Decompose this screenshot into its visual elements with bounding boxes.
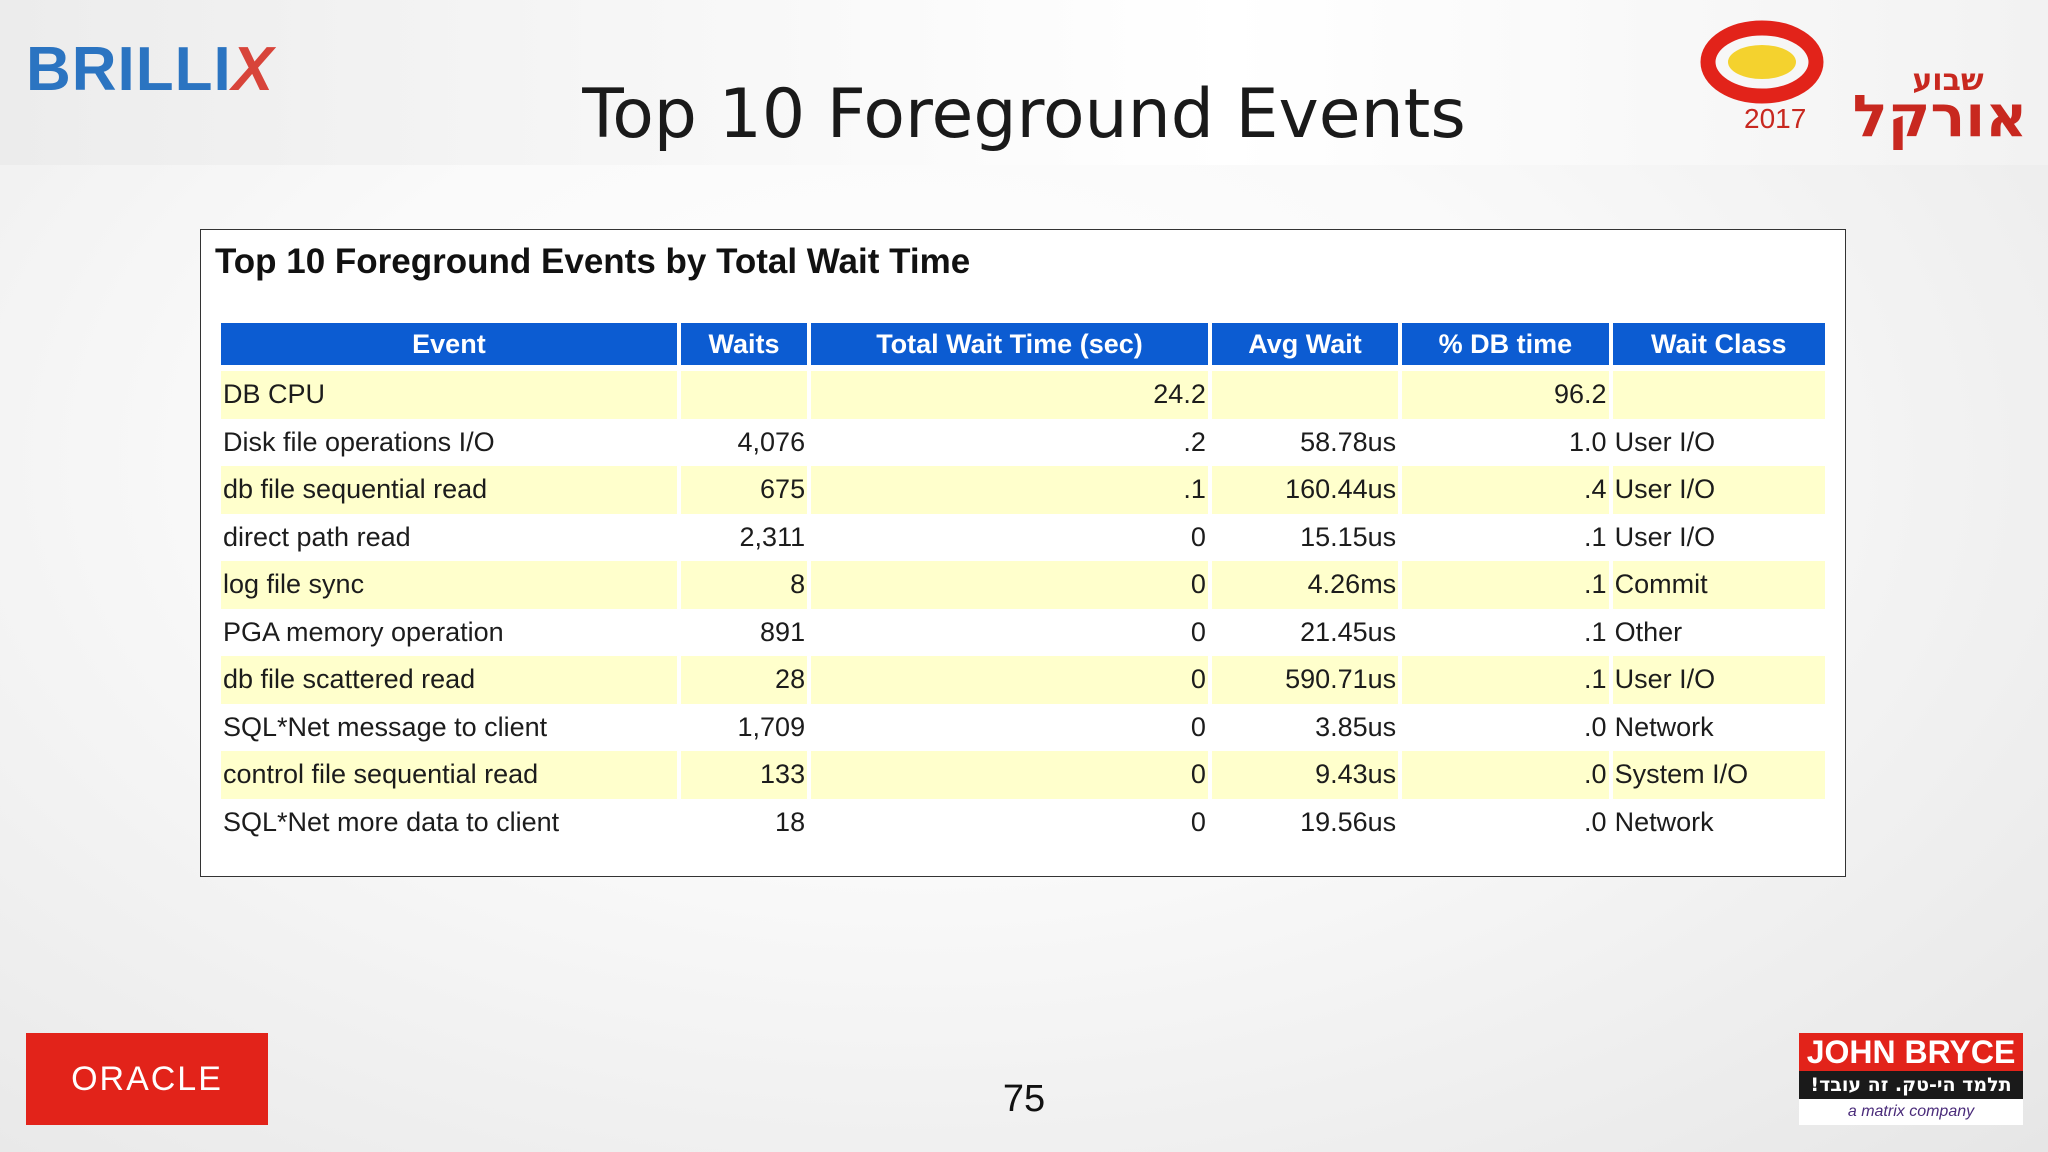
cell-wait-class: User I/O bbox=[1612, 418, 1825, 466]
cell-avg-wait: 19.56us bbox=[1211, 798, 1399, 846]
oracle-week-year: 2017 bbox=[1744, 103, 1806, 134]
cell-waits: 2,311 bbox=[680, 513, 808, 561]
cell-db-time-pct: 1.0 bbox=[1402, 418, 1609, 466]
cell-avg-wait: 15.15us bbox=[1211, 513, 1399, 561]
cell-waits: 28 bbox=[680, 656, 808, 704]
column-header-total-wait-time: Total Wait Time (sec) bbox=[811, 323, 1208, 371]
cell-total-wait-time: 0 bbox=[811, 798, 1208, 846]
cell-db-time-pct: .1 bbox=[1402, 656, 1609, 704]
cell-event: control file sequential read bbox=[221, 751, 677, 799]
cell-avg-wait: 4.26ms bbox=[1211, 561, 1399, 609]
cell-db-time-pct: .0 bbox=[1402, 798, 1609, 846]
cell-db-time-pct: .1 bbox=[1402, 513, 1609, 561]
cell-event: db file scattered read bbox=[221, 656, 677, 704]
column-header-db-time-pct: % DB time bbox=[1402, 323, 1609, 371]
table-row: direct path read 2,311 0 15.15us .1 User… bbox=[221, 513, 1825, 561]
cell-total-wait-time: 0 bbox=[811, 608, 1208, 656]
cell-db-time-pct: .0 bbox=[1402, 703, 1609, 751]
cell-avg-wait: 3.85us bbox=[1211, 703, 1399, 751]
column-header-event: Event bbox=[221, 323, 677, 371]
cell-waits: 8 bbox=[680, 561, 808, 609]
cell-waits: 133 bbox=[680, 751, 808, 799]
oracle-week-logo: 2017 שבוע אורקל bbox=[1700, 20, 2028, 150]
cell-event: PGA memory operation bbox=[221, 608, 677, 656]
table-row: PGA memory operation 891 0 21.45us .1 Ot… bbox=[221, 608, 1825, 656]
cell-event: SQL*Net message to client bbox=[221, 703, 677, 751]
cell-event: Disk file operations I/O bbox=[221, 418, 677, 466]
cell-waits: 675 bbox=[680, 466, 808, 514]
cell-db-time-pct: .0 bbox=[1402, 751, 1609, 799]
cell-event: direct path read bbox=[221, 513, 677, 561]
cell-event: log file sync bbox=[221, 561, 677, 609]
cell-wait-class bbox=[1612, 371, 1825, 419]
cell-avg-wait bbox=[1211, 371, 1399, 419]
cell-db-time-pct: .1 bbox=[1402, 561, 1609, 609]
cell-total-wait-time: 0 bbox=[811, 703, 1208, 751]
cell-wait-class: User I/O bbox=[1612, 466, 1825, 514]
table-row: db file sequential read 675 .1 160.44us … bbox=[221, 466, 1825, 514]
table-row: SQL*Net message to client 1,709 0 3.85us… bbox=[221, 703, 1825, 751]
cell-total-wait-time: 24.2 bbox=[811, 371, 1208, 419]
cell-wait-class: Other bbox=[1612, 608, 1825, 656]
cell-wait-class: User I/O bbox=[1612, 513, 1825, 561]
john-bryce-logo-name: JOHN BRYCE bbox=[1799, 1033, 2023, 1071]
cell-total-wait-time: .2 bbox=[811, 418, 1208, 466]
cell-db-time-pct: .1 bbox=[1402, 608, 1609, 656]
cell-event: DB CPU bbox=[221, 371, 677, 419]
table-row: SQL*Net more data to client 18 0 19.56us… bbox=[221, 798, 1825, 846]
cell-wait-class: User I/O bbox=[1612, 656, 1825, 704]
cell-event: SQL*Net more data to client bbox=[221, 798, 677, 846]
column-header-waits: Waits bbox=[680, 323, 808, 371]
cell-total-wait-time: 0 bbox=[811, 656, 1208, 704]
cell-wait-class: Network bbox=[1612, 798, 1825, 846]
cell-db-time-pct: 96.2 bbox=[1402, 371, 1609, 419]
column-header-wait-class: Wait Class bbox=[1612, 323, 1825, 371]
cell-total-wait-time: 0 bbox=[811, 513, 1208, 561]
john-bryce-logo-slogan: תלמד הי-טק. זה עובד! bbox=[1799, 1071, 2023, 1099]
john-bryce-logo-tagline: a matrix company bbox=[1847, 1103, 1975, 1120]
cell-waits: 4,076 bbox=[680, 418, 808, 466]
cell-waits bbox=[680, 371, 808, 419]
oracle-week-hebrew-main: אורקל bbox=[1853, 82, 2028, 150]
page-number: 75 bbox=[1002, 1078, 1046, 1120]
cell-avg-wait: 9.43us bbox=[1211, 751, 1399, 799]
cell-db-time-pct: .4 bbox=[1402, 466, 1609, 514]
cell-waits: 18 bbox=[680, 798, 808, 846]
table-row: db file scattered read 28 0 590.71us .1 … bbox=[221, 656, 1825, 704]
cell-event: db file sequential read bbox=[221, 466, 677, 514]
cell-waits: 1,709 bbox=[680, 703, 808, 751]
oracle-week-fill bbox=[1728, 45, 1796, 79]
table-row: log file sync 8 0 4.26ms .1 Commit bbox=[221, 561, 1825, 609]
cell-avg-wait: 58.78us bbox=[1211, 418, 1399, 466]
table-row: Disk file operations I/O 4,076 .2 58.78u… bbox=[221, 418, 1825, 466]
cell-wait-class: System I/O bbox=[1612, 751, 1825, 799]
table-row: control file sequential read 133 0 9.43u… bbox=[221, 751, 1825, 799]
cell-avg-wait: 21.45us bbox=[1211, 608, 1399, 656]
cell-total-wait-time: .1 bbox=[811, 466, 1208, 514]
cell-total-wait-time: 0 bbox=[811, 561, 1208, 609]
cell-avg-wait: 590.71us bbox=[1211, 656, 1399, 704]
cell-wait-class: Network bbox=[1612, 703, 1825, 751]
cell-waits: 891 bbox=[680, 608, 808, 656]
column-header-avg-wait: Avg Wait bbox=[1211, 323, 1399, 371]
john-bryce-logo: JOHN BRYCE תלמד הי-טק. זה עובד! a matrix… bbox=[1799, 1033, 2023, 1125]
report-panel: Top 10 Foreground Events by Total Wait T… bbox=[200, 229, 1846, 877]
cell-total-wait-time: 0 bbox=[811, 751, 1208, 799]
cell-wait-class: Commit bbox=[1612, 561, 1825, 609]
foreground-events-table: Event Waits Total Wait Time (sec) Avg Wa… bbox=[217, 323, 1829, 846]
table-row: DB CPU 24.2 96.2 bbox=[221, 371, 1825, 419]
cell-avg-wait: 160.44us bbox=[1211, 466, 1399, 514]
report-heading: Top 10 Foreground Events by Total Wait T… bbox=[215, 242, 971, 281]
table-header-row: Event Waits Total Wait Time (sec) Avg Wa… bbox=[221, 323, 1825, 371]
